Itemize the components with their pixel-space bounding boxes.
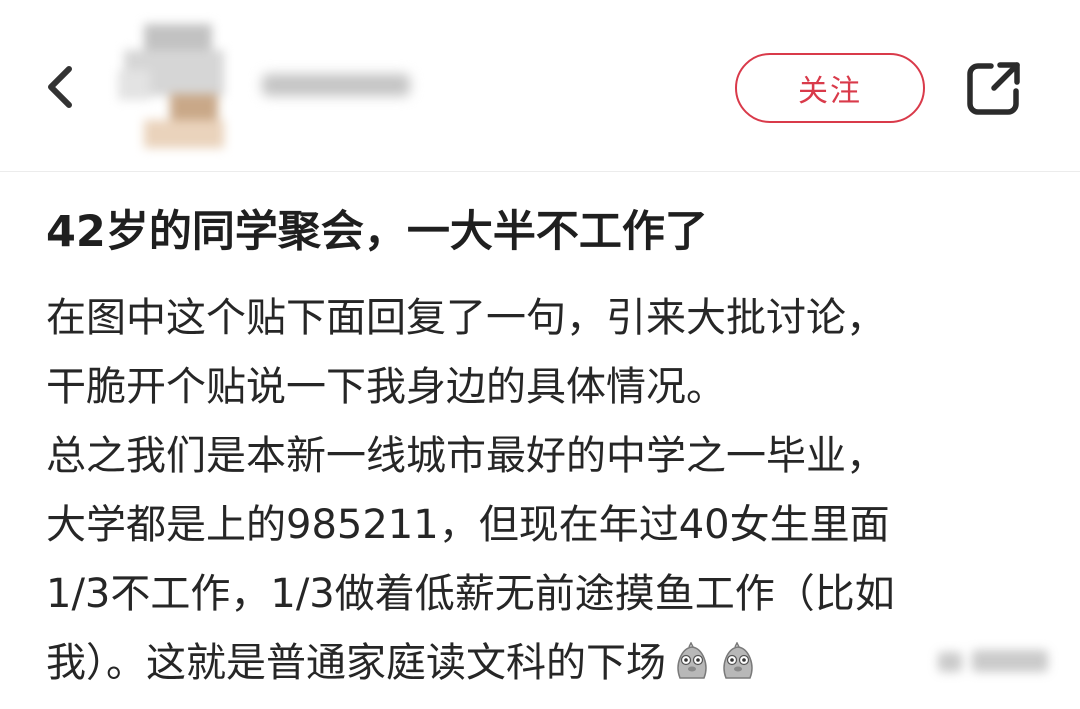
post-line-last: 我）。这就是普通家庭读文科的下场 xyxy=(46,629,1046,698)
watermark xyxy=(938,644,1050,678)
share-button[interactable] xyxy=(960,54,1028,122)
post-line: 1/3不工作，1/3做着低薪无前途摸鱼工作（比如 xyxy=(46,571,895,617)
chevron-left-icon xyxy=(48,66,72,108)
post-header: 关注 xyxy=(0,0,1080,170)
post-body: 在图中这个贴下面回复了一句，引来大批讨论， 干脆开个贴说一下我身边的具体情况。 … xyxy=(46,284,1046,698)
doge-emoji-icon xyxy=(723,642,753,679)
post-detail-screen: 关注 42岁的同学聚会，一大半不工作了 在图中这个贴下面回复了一句，引来大批讨论… xyxy=(0,0,1080,709)
post-line: 干脆开个贴说一下我身边的具体情况。 xyxy=(46,364,726,410)
doge-emoji-icon xyxy=(677,642,707,679)
post-title: 42岁的同学聚会，一大半不工作了 xyxy=(46,207,708,257)
post-line-text: 我）。这就是普通家庭读文科的下场 xyxy=(46,640,666,686)
avatar[interactable] xyxy=(118,22,230,148)
back-button[interactable] xyxy=(38,58,82,116)
header-divider xyxy=(0,171,1080,172)
post-line: 在图中这个贴下面回复了一句，引来大批讨论， xyxy=(46,295,886,341)
post-line: 总之我们是本新一线城市最好的中学之一毕业， xyxy=(46,433,886,479)
author-name[interactable] xyxy=(262,68,410,102)
post-line: 大学都是上的985211，但现在年过40女生里面 xyxy=(46,502,890,548)
follow-button[interactable]: 关注 xyxy=(735,53,925,123)
share-icon xyxy=(967,62,1020,115)
